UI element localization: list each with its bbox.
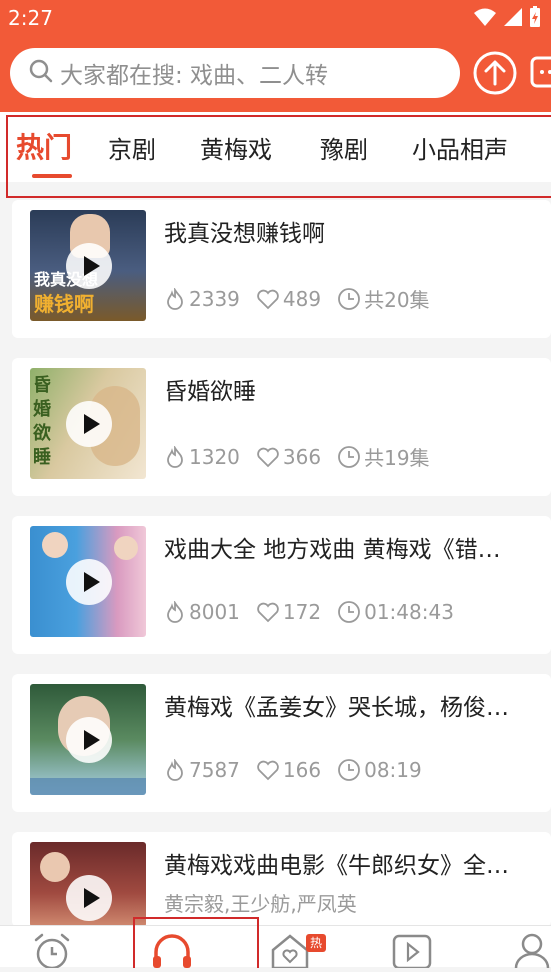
video-thumbnail[interactable] — [30, 842, 146, 927]
video-thumbnail[interactable] — [30, 684, 146, 795]
fire-icon — [167, 445, 183, 468]
heart-icon — [257, 760, 279, 781]
message-icon — [530, 56, 551, 88]
thumbnail-text: 昏婚欲睡 — [33, 375, 51, 468]
nav-video[interactable] — [390, 930, 434, 970]
heart-icon — [257, 289, 279, 309]
heart-icon — [257, 602, 279, 623]
upload-button[interactable] — [472, 50, 518, 96]
like-count: 366 — [282, 444, 322, 469]
thumbnail-text: 赚钱啊 — [34, 292, 94, 316]
search-input[interactable]: 大家都在搜: 戏曲、二人转 — [10, 48, 460, 98]
play-icon[interactable] — [66, 717, 112, 763]
duration: 01:48:43 — [364, 600, 454, 624]
status-bar: 2:27 — [0, 0, 551, 34]
wifi-icon — [473, 7, 497, 31]
video-card[interactable]: 黄梅戏《孟姜女》哭长城，杨俊… 7587 166 08:19 — [12, 674, 551, 812]
clock-icon — [338, 759, 360, 781]
battery-icon — [529, 6, 541, 32]
nav-alarm[interactable] — [30, 930, 74, 970]
search-placeholder: 大家都在搜: 戏曲、二人转 — [60, 63, 329, 89]
clock-icon — [338, 287, 360, 310]
message-button[interactable] — [530, 54, 551, 94]
video-title[interactable]: 昏婚欲睡 — [164, 372, 544, 406]
video-meta: 7587 166 08:19 — [164, 758, 438, 782]
thumbnail-figure — [114, 536, 138, 560]
thumbnail-figure — [42, 532, 68, 558]
play-icon[interactable] — [66, 243, 112, 289]
thumbnail-caption — [30, 778, 146, 795]
play-icon[interactable] — [66, 401, 112, 447]
nav-profile[interactable] — [510, 930, 551, 969]
video-title[interactable]: 戏曲大全 地方戏曲 黄梅戏《错… — [164, 530, 544, 564]
video-card[interactable]: 我真没想 赚钱啊 我真没想赚钱啊 2339 489 共20集 — [12, 200, 551, 338]
video-meta: 1320 366 共19集 — [164, 442, 446, 471]
play-count: 1320 — [189, 444, 240, 469]
video-meta: 8001 172 01:48:43 — [164, 600, 470, 624]
user-icon — [514, 933, 550, 969]
fire-icon — [167, 759, 183, 781]
upload-icon — [473, 51, 517, 95]
like-count: 172 — [282, 600, 322, 624]
hot-badge: 热 — [306, 934, 326, 952]
video-meta: 2339 489 共20集 — [164, 284, 446, 313]
like-count: 489 — [282, 286, 322, 311]
play-count: 7587 — [189, 758, 240, 782]
video-card[interactable]: 戏曲大全 地方戏曲 黄梅戏《错… 8001 172 01:48:43 — [12, 516, 551, 654]
video-artists: 黄宗毅,王少舫,严凤英 — [164, 892, 357, 916]
like-count: 166 — [282, 758, 322, 782]
play-icon[interactable] — [66, 559, 112, 605]
video-thumbnail[interactable] — [30, 526, 146, 637]
thumbnail-figure — [40, 852, 70, 882]
video-title[interactable]: 黄梅戏《孟姜女》哭长城，杨俊… — [164, 688, 544, 722]
fire-icon — [167, 601, 183, 623]
clock-icon — [338, 601, 360, 623]
play-icon[interactable] — [66, 875, 112, 921]
video-thumbnail[interactable]: 昏婚欲睡 — [30, 368, 146, 479]
video-title[interactable]: 我真没想赚钱啊 — [164, 214, 544, 248]
video-title[interactable]: 黄梅戏戏曲电影《牛郎织女》全… — [164, 846, 544, 880]
highlight-frame — [6, 115, 551, 198]
duration: 共20集 — [364, 288, 430, 312]
duration: 共19集 — [364, 446, 430, 470]
bottom-nav: 热 — [0, 917, 551, 970]
duration: 08:19 — [364, 758, 422, 782]
category-tabs: 热门 京剧 黄梅戏 豫剧 小品相声 — [0, 112, 551, 198]
fire-icon — [167, 287, 183, 310]
alarm-clock-icon — [34, 933, 70, 970]
status-time: 2:27 — [8, 6, 53, 30]
video-thumbnail[interactable]: 我真没想 赚钱啊 — [30, 210, 146, 321]
signal-icon — [503, 7, 523, 31]
video-card[interactable]: 昏婚欲睡 昏婚欲睡 1320 366 共19集 — [12, 358, 551, 496]
highlight-frame — [133, 917, 259, 968]
play-count: 2339 — [189, 286, 240, 311]
video-play-icon — [392, 934, 432, 970]
search-header: 大家都在搜: 戏曲、二人转 — [0, 34, 551, 112]
system-icons — [473, 6, 541, 32]
video-card[interactable]: 黄梅戏戏曲电影《牛郎织女》全… 黄宗毅,王少舫,严凤英 — [12, 832, 551, 927]
play-count: 8001 — [189, 600, 240, 624]
clock-icon — [338, 445, 360, 468]
search-icon — [28, 58, 54, 88]
heart-icon — [257, 447, 279, 467]
